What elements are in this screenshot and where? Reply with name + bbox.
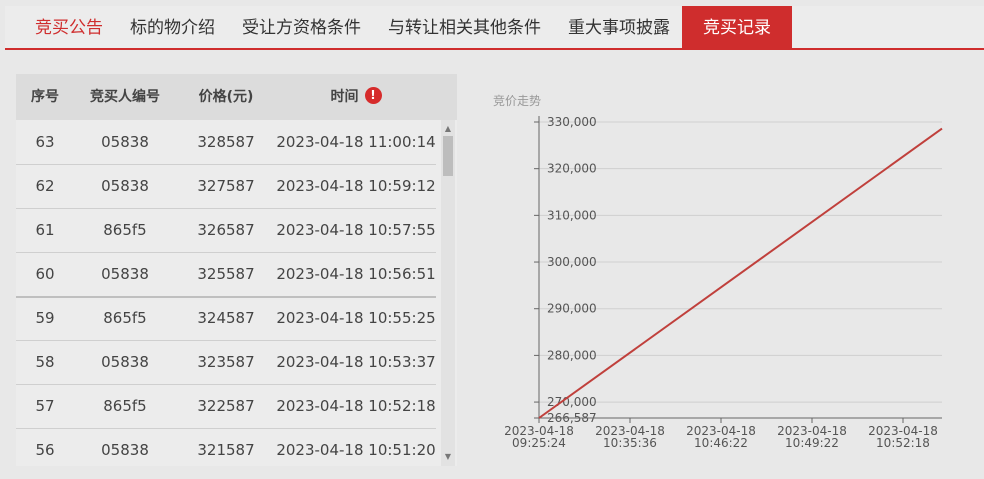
- bid-records-table: 序号 竞买人编号 价格(元) 时间! 63 05838 328587 2023-04-…: [16, 74, 457, 466]
- header-price: 价格(元): [198, 89, 254, 105]
- cell-time: 2023-04-18 10:51:20: [276, 441, 436, 459]
- cell-bidder: 865f5: [103, 397, 147, 415]
- y-tick-label: 330,000: [547, 115, 597, 129]
- header-time-cell: 时间!: [276, 74, 436, 120]
- table-row: 62 05838 327587 2023-04-18 10:59:12: [16, 164, 436, 209]
- table-header: 序号 竞买人编号 价格(元) 时间!: [16, 74, 457, 120]
- tab-auction-notice[interactable]: 竞买公告: [35, 6, 103, 48]
- table-scrollbar[interactable]: ▲ ▼: [441, 120, 455, 466]
- exclamation-circle-icon[interactable]: !: [364, 87, 382, 104]
- tab-bar: 竞买公告 标的物介绍 受让方资格条件 与转让相关其他条件 重大事项披露 竞买记录: [5, 6, 984, 50]
- header-seq: 序号: [31, 89, 59, 105]
- cell-time: 2023-04-18 11:00:14: [276, 133, 436, 151]
- tab-subject-intro[interactable]: 标的物介绍: [130, 6, 215, 48]
- cell-price: 326587: [197, 221, 255, 239]
- tab-transferee-qualification[interactable]: 受让方资格条件: [242, 6, 361, 48]
- tab-other-conditions[interactable]: 与转让相关其他条件: [388, 6, 541, 48]
- table-row: 56 05838 321587 2023-04-18 10:51:20: [16, 428, 436, 466]
- cell-price: 327587: [197, 177, 255, 195]
- table-row: 61 865f5 326587 2023-04-18 10:57:55: [16, 208, 436, 253]
- cell-bidder: 865f5: [103, 309, 147, 327]
- cell-bidder: 865f5: [103, 221, 147, 239]
- tab-bid-records[interactable]: 竞买记录: [682, 6, 792, 48]
- cell-price: 324587: [197, 309, 255, 327]
- chart-svg: 330,000 320,000 310,000 300,000 290,000 280,0…: [504, 115, 943, 450]
- cell-time: 2023-04-18 10:55:25: [276, 309, 436, 327]
- y-tick-label: 300,000: [547, 255, 597, 269]
- bid-trend-chart: 竞价走势 330,000 320,000 310,000 300,000 290,000…: [488, 86, 958, 466]
- header-bidder: 竞买人编号: [90, 89, 160, 105]
- x-tick-label-time: 09:25:24: [512, 436, 566, 450]
- cell-time: 2023-04-18 10:56:51: [276, 265, 436, 283]
- cell-time: 2023-04-18 10:52:18: [276, 397, 436, 415]
- cell-price: 328587: [197, 133, 255, 151]
- scroll-thumb[interactable]: [443, 136, 453, 176]
- cell-seq: 59: [35, 309, 55, 327]
- cell-bidder: 05838: [101, 353, 149, 371]
- cell-price: 325587: [197, 265, 255, 283]
- x-tick-label-time: 10:35:36: [603, 436, 657, 450]
- table-row: 58 05838 323587 2023-04-18 10:53:37: [16, 340, 436, 385]
- cell-bidder: 05838: [101, 265, 149, 283]
- y-tick-label: 290,000: [547, 302, 597, 316]
- x-tick-label-time: 10:52:18: [876, 436, 930, 450]
- cell-price: 322587: [197, 397, 255, 415]
- cell-seq: 57: [35, 397, 55, 415]
- table-body: 63 05838 328587 2023-04-18 11:00:14 62 05838 3…: [16, 120, 436, 466]
- y-tick-label: 310,000: [547, 208, 597, 222]
- cell-price: 323587: [197, 353, 255, 371]
- cell-seq: 58: [35, 353, 55, 371]
- series-line: [538, 127, 943, 419]
- cell-seq: 61: [35, 221, 55, 239]
- table-row: 59 865f5 324587 2023-04-18 10:55:25: [16, 296, 436, 341]
- cell-bidder: 05838: [101, 133, 149, 151]
- cell-price: 321587: [197, 441, 255, 459]
- x-tick-label-time: 10:49:22: [785, 436, 839, 450]
- y-tick-label: 320,000: [547, 162, 597, 176]
- x-tick-label-time: 10:46:22: [694, 436, 748, 450]
- cell-seq: 56: [35, 441, 55, 459]
- scroll-down-arrow-icon[interactable]: ▼: [441, 450, 455, 464]
- scroll-up-arrow-icon[interactable]: ▲: [441, 122, 455, 136]
- cell-time: 2023-04-18 10:57:55: [276, 221, 436, 239]
- cell-seq: 60: [35, 265, 55, 283]
- header-time: 时间: [330, 89, 359, 105]
- y-tick-label: 280,000: [547, 348, 597, 362]
- tab-major-disclosure[interactable]: 重大事项披露: [568, 6, 670, 48]
- cell-seq: 63: [35, 133, 55, 151]
- chart-title: 竞价走势: [493, 94, 542, 108]
- cell-bidder: 05838: [101, 441, 149, 459]
- cell-seq: 62: [35, 177, 55, 195]
- table-row: 60 05838 325587 2023-04-18 10:56:51: [16, 252, 436, 298]
- table-row: 57 865f5 322587 2023-04-18 10:52:18: [16, 384, 436, 429]
- cell-time: 2023-04-18 10:53:37: [276, 353, 436, 371]
- cell-bidder: 05838: [101, 177, 149, 195]
- table-row: 63 05838 328587 2023-04-18 11:00:14: [16, 120, 436, 165]
- cell-time: 2023-04-18 10:59:12: [276, 177, 436, 195]
